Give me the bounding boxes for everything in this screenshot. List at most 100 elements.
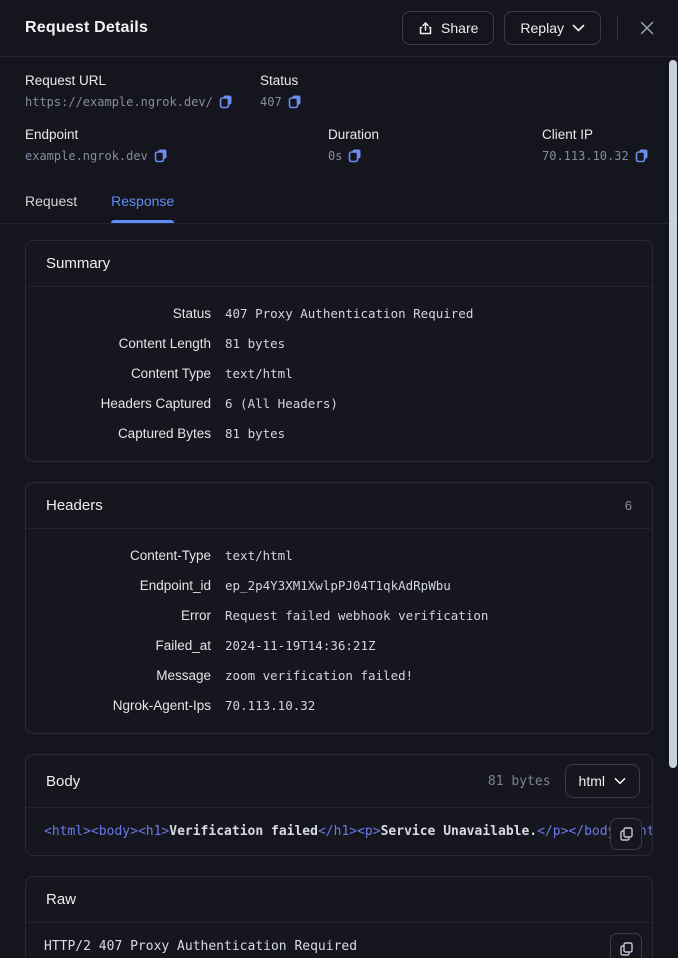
tab-request[interactable]: Request [25, 181, 77, 223]
row-value: text/html [225, 366, 293, 381]
row-label: Endpoint_id [46, 578, 211, 593]
request-url-value: https://example.ngrok.dev/ [25, 95, 213, 109]
table-row: Content Length 81 bytes [46, 328, 632, 358]
code-tag-token: <p> [357, 824, 380, 839]
raw-content: HTTP/2 407 Proxy Authentication Required… [26, 923, 652, 958]
panel-header: Request Details Share Replay [0, 0, 678, 57]
table-row: Error Request failed webhook verification [46, 600, 632, 630]
close-button[interactable] [634, 15, 660, 41]
row-label: Message [46, 668, 211, 683]
chevron-down-icon [572, 24, 585, 32]
code-tag-token: <html> [44, 824, 91, 839]
summary-title: Summary [46, 255, 110, 272]
scrollbar-thumb[interactable] [669, 60, 677, 768]
table-row: Headers Captured 6 (All Headers) [46, 388, 632, 418]
chevron-down-icon [614, 777, 626, 785]
row-value: zoom verification failed! [225, 668, 413, 683]
body-size-label: 81 bytes [488, 774, 551, 789]
row-label: Error [46, 608, 211, 623]
table-row: Ngrok-Agent-Ips 70.113.10.32 [46, 690, 632, 720]
code-tag-token: <h1> [138, 824, 169, 839]
row-value: 81 bytes [225, 426, 285, 441]
row-value: 6 (All Headers) [225, 396, 338, 411]
row-value: 70.113.10.32 [225, 698, 315, 713]
status-label: Status [260, 73, 302, 88]
body-code: <html><body><h1>Verification failed</h1>… [26, 808, 652, 855]
client-ip-value: 70.113.10.32 [542, 149, 629, 163]
raw-line: HTTP/2 407 Proxy Authentication Required [44, 937, 608, 957]
code-tag-token: </p> [537, 824, 568, 839]
body-card-header: Body 81 bytes html [26, 755, 652, 808]
body-copy-button[interactable] [610, 818, 642, 850]
table-row: Message zoom verification failed! [46, 660, 632, 690]
row-value: 81 bytes [225, 336, 285, 351]
row-label: Captured Bytes [46, 426, 211, 441]
row-label: Content Type [46, 366, 211, 381]
table-row: Content Type text/html [46, 358, 632, 388]
meta-request-url: Request URL https://example.ngrok.dev/ [25, 73, 260, 109]
row-label: Headers Captured [46, 396, 211, 411]
raw-card-header: Raw [26, 877, 652, 923]
table-row: Failed_at2024-11-19T14:36:21Z [46, 630, 632, 660]
row-value: Request failed webhook verification [225, 608, 488, 623]
headers-card: Headers 6 Content-Type text/html Endpoint_… [25, 482, 653, 734]
body-format-value: html [579, 773, 605, 789]
table-row: Captured Bytes 81 bytes [46, 418, 632, 448]
row-label: Failed_at [46, 638, 211, 653]
row-value: 407 Proxy Authentication Required [225, 306, 473, 321]
client-ip-label: Client IP [542, 127, 649, 142]
endpoint-label: Endpoint [25, 127, 328, 142]
share-button[interactable]: Share [402, 11, 494, 45]
meta-endpoint: Endpoint example.ngrok.dev [25, 127, 328, 163]
share-icon [418, 20, 433, 36]
raw-copy-button[interactable] [610, 933, 642, 958]
meta-row-2: Endpoint example.ngrok.dev Duration 0s C… [25, 127, 653, 163]
summary-rows: Status 407 Proxy Authentication Required C… [26, 287, 652, 461]
headers-card-header: Headers 6 [26, 483, 652, 529]
tab-response[interactable]: Response [111, 181, 174, 223]
header-divider [617, 15, 618, 41]
headers-rows: Content-Type text/html Endpoint_idep_2p4Y3… [26, 529, 652, 733]
summary-card: Summary Status 407 Proxy Authentication R… [25, 240, 653, 462]
table-row: Endpoint_idep_2p4Y3XM1XwlpPJ04T1qkAdRpWb… [46, 570, 632, 600]
table-row: Status 407 Proxy Authentication Required [46, 298, 632, 328]
body-format-select[interactable]: html [565, 764, 640, 798]
raw-card: Raw HTTP/2 407 Proxy Authentication Requ… [25, 876, 653, 958]
replay-button-label: Replay [520, 20, 564, 36]
row-value: text/html [225, 548, 293, 563]
summary-card-header: Summary [26, 241, 652, 287]
endpoint-value: example.ngrok.dev [25, 149, 148, 163]
page-title: Request Details [25, 19, 148, 37]
table-row: Content-Type text/html [46, 540, 632, 570]
row-label: Status [46, 306, 211, 321]
share-button-label: Share [441, 20, 478, 36]
headers-count-badge: 6 [625, 498, 632, 513]
meta-status: Status 407 [260, 73, 302, 109]
request-response-tabs: Request Response [0, 181, 678, 224]
copy-icon [619, 941, 634, 957]
row-label: Content Length [46, 336, 211, 351]
copy-icon[interactable] [288, 94, 302, 109]
header-actions: Share Replay [402, 11, 660, 45]
request-meta: Request URL https://example.ngrok.dev/ S… [0, 57, 678, 181]
row-label: Ngrok-Agent-Ips [46, 698, 211, 713]
raw-title: Raw [46, 891, 76, 908]
response-content: Summary Status 407 Proxy Authentication R… [0, 224, 678, 958]
meta-row-1: Request URL https://example.ngrok.dev/ S… [25, 73, 653, 109]
body-title: Body [46, 773, 80, 790]
status-value: 407 [260, 95, 282, 109]
row-label: Content-Type [46, 548, 211, 563]
headers-title: Headers [46, 497, 103, 514]
close-icon [638, 19, 656, 37]
code-text-token: Verification failed [169, 824, 318, 839]
duration-value: 0s [328, 149, 342, 163]
copy-icon[interactable] [154, 148, 168, 163]
copy-icon[interactable] [348, 148, 362, 163]
replay-button[interactable]: Replay [504, 11, 601, 45]
copy-icon [619, 826, 634, 842]
request-details-panel: { "header": { "title": "Request Details"… [0, 0, 678, 958]
copy-icon[interactable] [219, 94, 233, 109]
code-tag-token: <body> [91, 824, 138, 839]
copy-icon[interactable] [635, 148, 649, 163]
code-tag-token: </h1> [318, 824, 357, 839]
